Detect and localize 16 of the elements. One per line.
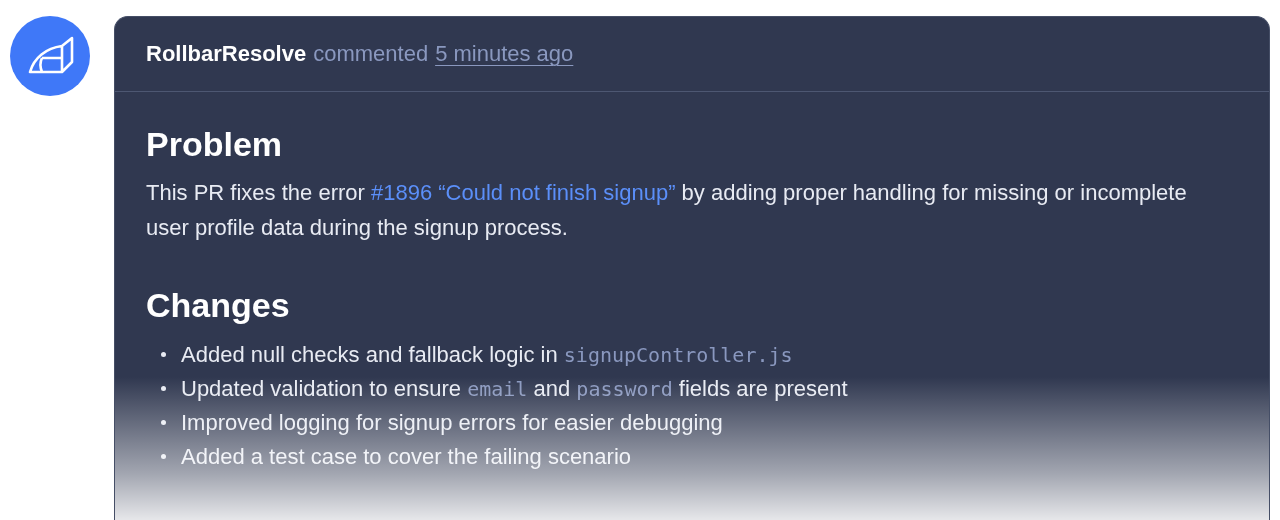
- timestamp-link[interactable]: 5 minutes ago: [435, 41, 574, 67]
- issue-link[interactable]: #1896 “Could not finish signup”: [370, 179, 676, 205]
- bullet-dot: [161, 454, 166, 460]
- section-heading: Changes: [146, 284, 291, 326]
- bullet-dot: [161, 386, 166, 392]
- bullet-dot: [161, 420, 166, 426]
- description-paragraph: This PR fixes the error #1896 “Could not finish signup” by adding proper handling for missing or incomplete user profile data during the signup process.: [146, 178, 1188, 242]
- change-item: Added a test case to cover the failing scenario: [181, 443, 632, 470]
- comment-author[interactable]: RollbarResolve: [146, 41, 307, 67]
- change-item: Updated validation to ensure email and password fields are present: [181, 375, 848, 402]
- bullet-dot: [161, 352, 166, 358]
- change-item: Improved logging for signup errors for easier debugging: [181, 409, 723, 436]
- section-heading: Problem: [146, 124, 284, 165]
- comment-action: commented: [313, 41, 429, 67]
- change-item: Added null checks and fallback logic in signupController.js: [181, 341, 793, 368]
- wedge-logo-icon: [26, 36, 74, 76]
